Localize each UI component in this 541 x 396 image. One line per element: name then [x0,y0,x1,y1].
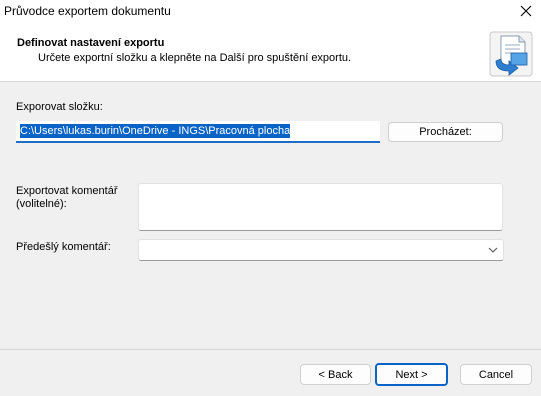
chevron-down-icon [488,247,498,253]
previous-comment-combobox[interactable] [138,239,504,261]
export-document-icon [489,31,533,77]
folder-label: Exporovat složku: [16,101,103,113]
export-folder-input[interactable]: C:\Users\lukas.burin\OneDrive - INGS\Pra… [16,121,380,143]
window-title: Průvodce exportem dokumentu [4,4,171,18]
close-icon [520,5,532,17]
export-comment-textarea[interactable] [138,183,503,231]
back-button[interactable]: < Back [300,364,371,385]
comment-label-line2: (volitelné): [16,198,67,210]
close-button[interactable] [511,0,541,22]
header-title: Definovat nastavení exportu [17,37,165,49]
header-subtitle: Určete exportní složku a klepněte na Dal… [38,52,352,64]
next-button[interactable]: Next > [375,363,448,386]
comment-label-line1: Exportovat komentář [16,185,118,197]
browse-button[interactable]: Procházet: [388,122,503,142]
previous-comment-label: Předešlý komentář: [16,241,111,253]
title-bar: Průvodce exportem dokumentu [0,0,541,22]
footer-divider [0,349,541,350]
cancel-button[interactable]: Cancel [460,364,532,385]
wizard-header: Definovat nastavení exportu Určete expor… [0,22,541,82]
export-folder-value: C:\Users\lukas.burin\OneDrive - INGS\Pra… [20,124,291,138]
